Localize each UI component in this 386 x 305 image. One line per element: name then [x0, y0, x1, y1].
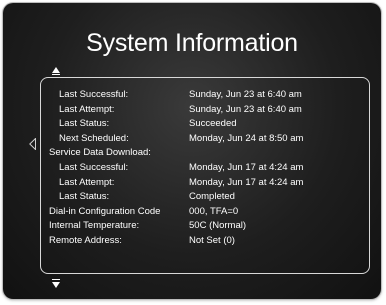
list-item[interactable]: Last Attempt: Sunday, Jun 23 at 6:40 am	[49, 103, 374, 118]
list-item[interactable]: Dial-in Configuration Code 000, TFA=0	[49, 205, 374, 220]
row-label: Last Attempt:	[59, 103, 115, 115]
scroll-up-bar	[52, 74, 60, 75]
list-item[interactable]: Last Status: Completed	[49, 190, 374, 205]
scroll-down-bar	[52, 279, 60, 280]
row-label: Last Status:	[59, 118, 110, 130]
row-value: Completed	[189, 191, 235, 203]
row-label: Last Status:	[59, 191, 110, 203]
row-label: Last Successful:	[59, 89, 129, 100]
row-value: Succeeded	[189, 118, 237, 130]
list-item[interactable]: Internal Temperature: 50C (Normal)	[49, 219, 374, 234]
list-item[interactable]: Next Scheduled: Monday, Jun 24 at 8:50 a…	[49, 132, 374, 147]
row-label: Service Data Download:	[49, 147, 151, 159]
row-label: Next Scheduled:	[59, 132, 129, 144]
row-value: Monday, Jun 24 at 8:50 am	[189, 132, 304, 144]
row-label: Internal Temperature:	[49, 220, 140, 232]
row-value: 50C (Normal)	[189, 220, 247, 232]
scroll-down-icon[interactable]	[52, 282, 60, 288]
list-item[interactable]: Last Status: Succeeded	[49, 117, 374, 132]
row-value: Sunday, Jun 23 at 6:40 am	[189, 89, 302, 100]
row-value: Not Set (0)	[189, 234, 235, 246]
section-header[interactable]: Service Data Download:	[49, 146, 374, 161]
scroll-up-icon[interactable]	[52, 67, 60, 73]
row-value: 000, TFA=0	[189, 205, 239, 217]
list-item[interactable]: Remote Address: Not Set (0)	[49, 234, 374, 249]
list-item[interactable]: Last Successful: Sunday, Jun 23 at 6:40 …	[49, 88, 374, 103]
row-value: Sunday, Jun 23 at 6:40 am	[189, 103, 302, 115]
row-value: Monday, Jun 17 at 4:24 am	[189, 176, 304, 188]
row-label: Remote Address:	[49, 234, 122, 246]
row-label: Last Attempt:	[59, 176, 115, 188]
back-arrow-icon[interactable]	[29, 138, 36, 150]
info-list: Last Successful: Sunday, Jun 23 at 6:40 …	[49, 88, 374, 249]
page-title: System Information	[86, 29, 298, 57]
tv-screen: System Information Last Successful: Sund…	[3, 3, 381, 299]
row-label: Last Successful:	[59, 161, 129, 173]
list-item[interactable]: Last Attempt: Monday, Jun 17 at 4:24 am	[49, 176, 374, 191]
list-item[interactable]: Last Successful: Monday, Jun 17 at 4:24 …	[49, 161, 374, 176]
row-value: Monday, Jun 17 at 4:24 am	[189, 161, 304, 173]
row-label: Dial-in Configuration Code	[49, 205, 161, 217]
